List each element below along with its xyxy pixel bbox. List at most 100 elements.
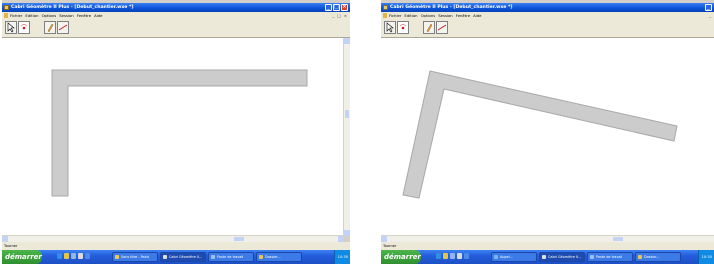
scroll-up-arrow-icon[interactable] [344,38,350,44]
clock: 10:30 [337,255,348,259]
doc-restore-button[interactable]: □ [337,12,341,19]
point-tool-button[interactable] [397,21,409,34]
browser-icon[interactable] [57,253,62,259]
menu-fichier[interactable]: Fichier [10,12,22,19]
menu-aide[interactable]: Aide [473,12,481,19]
minimize-button[interactable]: _ [325,4,332,11]
search-icon[interactable] [71,253,76,259]
task-button[interactable]: Sans titre - Paint [112,252,158,262]
quick-launch [436,253,469,259]
minimize-button[interactable]: _ [705,4,712,11]
window-title: Cabri Géomètre II Plus - [Debut_chantier… [11,5,134,10]
menu-edition[interactable]: Edition [404,12,417,19]
desktop-icon[interactable] [78,253,83,259]
menu-options[interactable]: Options [42,12,57,19]
browser-icon[interactable] [436,253,441,259]
vertical-scrollbar[interactable] [343,38,350,236]
horizontal-scrollbar[interactable] [2,235,344,242]
pencil-tool-button[interactable] [423,21,435,34]
l-shaped-shape[interactable] [51,69,308,197]
start-button[interactable]: démarrer [2,250,42,264]
taskbar: démarrer Appel... Cabri Géomètre II... P… [381,250,714,264]
horizontal-scroll-thumb[interactable] [234,237,244,241]
system-tray: 10:30 [697,250,714,264]
task-button[interactable]: Poste de travail [587,252,633,262]
folder-icon[interactable] [64,253,69,259]
task-button[interactable]: Cabri Géomètre II... [160,252,206,262]
horizontal-scroll-thumb[interactable] [613,237,623,241]
task-button[interactable]: Poste de travail [208,252,254,262]
task-button[interactable]: Cabri Géomètre II... [539,252,585,262]
drawing-canvas[interactable] [2,38,344,236]
media-icon[interactable] [85,253,90,259]
scroll-down-arrow-icon[interactable] [344,230,350,236]
toolbar [381,19,714,38]
title-bar: Cabri Géomètre II Plus - [Debut_chantier… [2,3,350,12]
rotated-l-shaped-shape[interactable] [402,70,678,199]
pointer-tool-button[interactable] [5,21,17,34]
menu-aide[interactable]: Aide [94,12,102,19]
doc-minimize-button[interactable]: _ [332,12,334,19]
drawing-canvas[interactable] [381,38,714,236]
point-tool-button[interactable] [18,21,30,34]
window-title: Cabri Géomètre II Plus - [Debut_chantier… [390,5,513,10]
pencil-tool-button[interactable] [44,21,56,34]
menu-fenetre[interactable]: Fenêtre [77,12,91,19]
point-icon [20,24,28,30]
screenshot-before: Cabri Géomètre II Plus - [Debut_chantier… [2,0,350,264]
menu-edition[interactable]: Edition [25,12,38,19]
document-icon [383,13,387,18]
line-icon [437,24,447,31]
status-bar: Tourner [381,242,714,250]
clock: 10:30 [701,255,712,259]
search-icon[interactable] [450,253,455,259]
maximize-button[interactable]: □ [333,4,340,11]
line-tool-button[interactable] [436,21,448,34]
app-icon [383,5,388,10]
menu-session[interactable]: Session [59,12,74,19]
menu-bar: Fichier Edition Options Session Fenêtre … [381,12,714,19]
status-bar: Tourner [2,242,350,250]
task-icon [211,255,215,259]
line-icon [58,24,68,31]
pencil-icon [426,23,433,33]
app-icon [4,5,9,10]
task-button[interactable]: Dossier... [256,252,302,262]
doc-minimize-button[interactable]: _ [709,12,711,19]
task-icon [638,255,642,259]
line-tool-button[interactable] [57,21,69,34]
task-icon [494,255,498,259]
point-icon [399,24,407,30]
close-button[interactable]: × [341,4,348,11]
document-icon [4,13,8,18]
screenshot-after: Cabri Géomètre II Plus - [Debut_chantier… [381,0,714,264]
desktop-icon[interactable] [457,253,462,259]
task-icon [115,255,119,259]
menu-fichier[interactable]: Fichier [389,12,401,19]
pencil-icon [47,23,54,33]
drawing-svg [51,69,308,197]
system-tray: 10:30 [333,250,350,264]
task-icon [590,255,594,259]
task-icon [163,255,167,259]
start-button[interactable]: démarrer [381,250,421,264]
menu-options[interactable]: Options [421,12,436,19]
task-button[interactable]: Dossier... [635,252,681,262]
toolbar [2,19,350,38]
media-icon[interactable] [464,253,469,259]
horizontal-scrollbar[interactable] [381,235,714,242]
task-button[interactable]: Appel... [491,252,537,262]
vertical-scroll-thumb[interactable] [345,110,349,118]
taskbar: démarrer Sans titre - Paint Cabri Géomèt… [2,250,350,264]
pointer-tool-button[interactable] [384,21,396,34]
folder-icon[interactable] [443,253,448,259]
menu-bar: Fichier Edition Options Session Fenêtre … [2,12,350,19]
pointer-arrow-icon [7,22,15,33]
pointer-arrow-icon [386,22,394,33]
menu-fenetre[interactable]: Fenêtre [456,12,470,19]
menu-session[interactable]: Session [438,12,453,19]
title-bar: Cabri Géomètre II Plus - [Debut_chantier… [381,3,714,12]
task-icon [542,255,546,259]
doc-close-button[interactable]: × [344,12,347,19]
drawing-svg [402,70,678,199]
